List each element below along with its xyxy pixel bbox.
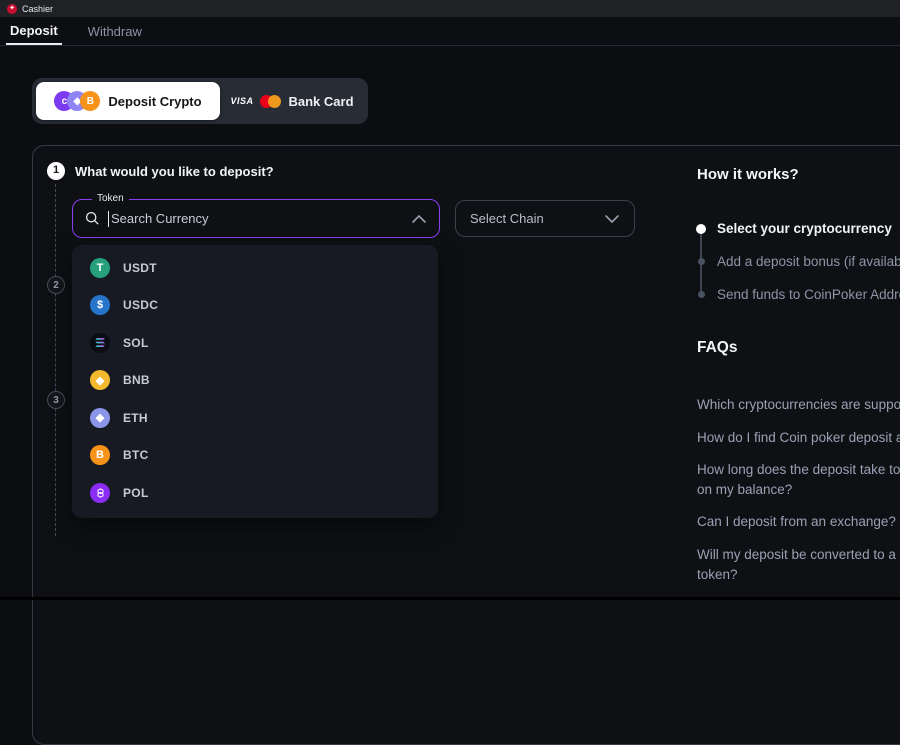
usdc-icon: $ xyxy=(90,295,110,315)
token-symbol: USDT xyxy=(123,261,157,275)
faq-line: on my balance? xyxy=(697,480,900,500)
token-field-label: Token xyxy=(92,193,129,204)
token-search-placeholder: Search Currency xyxy=(111,211,209,226)
mastercard-logo-icon xyxy=(260,95,281,108)
step-2-badge: 2 xyxy=(47,276,65,294)
faq-line: How long does the deposit take to appear xyxy=(697,460,900,480)
step-1-badge: 1 xyxy=(47,162,65,180)
timeline-dot xyxy=(698,258,705,265)
token-option-eth[interactable]: ◆ ETH xyxy=(72,399,438,437)
faq-supported-cryptos[interactable]: Which cryptocurrencies are supported? xyxy=(697,395,900,415)
chain-select[interactable]: Select Chain xyxy=(455,200,635,237)
token-symbol: ETH xyxy=(123,411,148,425)
deposit-method-toggle: c ◆ B Deposit Crypto VISA Bank Card xyxy=(32,78,368,124)
token-symbol: POL xyxy=(123,486,149,500)
btc-icon: B xyxy=(90,445,110,465)
chain-select-value: Select Chain xyxy=(470,211,544,226)
token-dropdown-list: T USDT $ USDC SOL ◆ BNB ◆ ETH B BTC POL xyxy=(72,245,438,518)
deposit-crypto-button[interactable]: c ◆ B Deposit Crypto xyxy=(36,82,220,120)
chevron-down-icon xyxy=(604,214,620,224)
token-option-usdt[interactable]: T USDT xyxy=(72,249,438,287)
app-title: Cashier xyxy=(22,4,53,14)
crypto-coins-icon: c ◆ B xyxy=(54,91,100,111)
faq-line: token? xyxy=(697,565,900,585)
btc-coin-icon: B xyxy=(80,91,100,111)
faq-find-address[interactable]: How do I find Coin poker deposit address… xyxy=(697,428,900,448)
token-option-btc[interactable]: B BTC xyxy=(72,437,438,475)
tab-bar: Deposit Withdraw xyxy=(0,17,900,46)
visa-logo-icon: VISA xyxy=(230,96,253,106)
faq-line: Will my deposit be converted to a differ… xyxy=(697,545,900,565)
pol-icon xyxy=(90,483,110,503)
token-option-sol[interactable]: SOL xyxy=(72,324,438,362)
bnb-icon: ◆ xyxy=(90,370,110,390)
token-option-usdc[interactable]: $ USDC xyxy=(72,287,438,325)
stepper-connector-line xyxy=(55,184,56,536)
hiw-step-label: Select your cryptocurrency xyxy=(717,221,892,236)
eth-icon: ◆ xyxy=(90,408,110,428)
step-1-title: What would you like to deposit? xyxy=(75,164,274,179)
token-search-input[interactable]: Search Currency xyxy=(72,199,440,238)
step-3-badge: 3 xyxy=(47,391,65,409)
timeline-dot-active xyxy=(696,224,706,234)
faq-exchange-deposit[interactable]: Can I deposit from an exchange? xyxy=(697,512,896,532)
hiw-step-send-funds[interactable]: Send funds to CoinPoker Address xyxy=(717,287,900,302)
sol-icon xyxy=(90,333,110,353)
search-icon xyxy=(85,211,100,226)
chevron-up-icon[interactable] xyxy=(411,214,427,224)
text-cursor xyxy=(108,211,109,227)
token-symbol: USDC xyxy=(123,298,158,312)
token-symbol: BTC xyxy=(123,448,149,462)
token-symbol: SOL xyxy=(123,336,149,350)
faqs-title: FAQs xyxy=(697,339,737,357)
how-it-works-title: How it works? xyxy=(697,166,799,183)
bank-card-label: Bank Card xyxy=(288,94,353,109)
timeline-dot xyxy=(698,291,705,298)
hiw-step-select-crypto[interactable]: Select your cryptocurrency xyxy=(717,221,900,236)
coinpoker-logo-icon: ✦ xyxy=(7,4,17,14)
title-bar: ✦ Cashier xyxy=(0,0,900,17)
usdt-icon: T xyxy=(90,258,110,278)
tab-withdraw[interactable]: Withdraw xyxy=(84,17,146,45)
deposit-crypto-label: Deposit Crypto xyxy=(108,94,201,109)
faq-deposit-time[interactable]: How long does the deposit take to appear… xyxy=(697,460,900,500)
token-symbol: BNB xyxy=(123,373,150,387)
bank-card-button[interactable]: VISA Bank Card xyxy=(220,82,364,120)
tab-deposit[interactable]: Deposit xyxy=(6,17,62,45)
token-option-pol[interactable]: POL xyxy=(72,474,438,512)
token-option-bnb[interactable]: ◆ BNB xyxy=(72,362,438,400)
hiw-step-bonus[interactable]: Add a deposit bonus (if available) xyxy=(717,254,900,269)
faq-token-conversion[interactable]: Will my deposit be converted to a differ… xyxy=(697,545,900,585)
